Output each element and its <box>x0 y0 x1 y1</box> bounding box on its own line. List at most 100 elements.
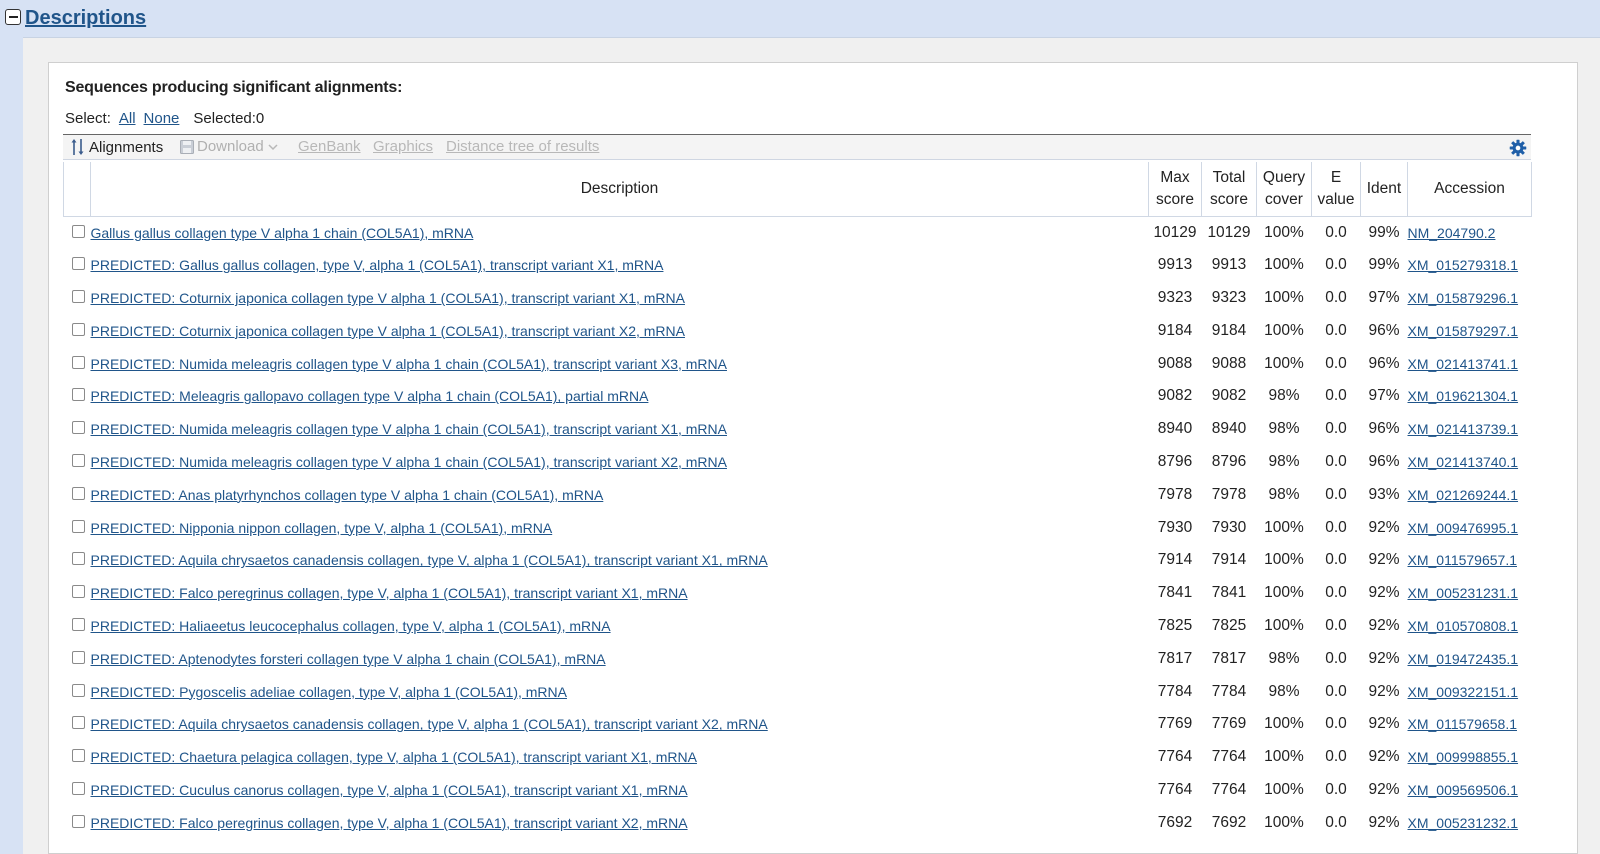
accession-link[interactable]: XM_009569506.1 <box>1408 782 1519 798</box>
total-score-cell: 9184 <box>1211 321 1247 339</box>
row-checkbox[interactable] <box>71 519 85 533</box>
description-link[interactable]: PREDICTED: Aquila chrysaetos canadensis … <box>91 552 768 568</box>
gear-icon[interactable] <box>1509 139 1527 157</box>
download-button[interactable]: Download <box>180 138 279 155</box>
table-row: PREDICTED: Meleagris gallopavo collagen … <box>64 380 1532 413</box>
row-checkbox[interactable] <box>71 289 85 303</box>
col-max-score[interactable]: Max score <box>1148 162 1202 217</box>
description-link[interactable]: PREDICTED: Coturnix japonica collagen ty… <box>91 323 685 339</box>
descriptions-title-link[interactable]: Descriptions <box>25 7 146 30</box>
row-checkbox[interactable] <box>71 585 85 599</box>
download-label: Download <box>197 138 264 155</box>
description-cell: PREDICTED: Cuculus canorus collagen, typ… <box>91 774 1149 807</box>
max-score-cell: 10129 <box>1153 223 1197 241</box>
accession-link[interactable]: XM_009476995.1 <box>1408 520 1519 536</box>
row-checkbox[interactable] <box>71 355 85 369</box>
collapse-minus-icon[interactable] <box>5 9 21 25</box>
accession-link[interactable]: NM_204790.2 <box>1408 225 1496 241</box>
col-query-cover[interactable]: Query cover <box>1256 162 1312 217</box>
row-checkbox[interactable] <box>71 617 85 631</box>
select-all-link[interactable]: All <box>119 110 136 127</box>
selected-count: Selected:0 <box>193 110 265 127</box>
accession-link[interactable]: XM_015279318.1 <box>1408 257 1519 273</box>
description-cell: PREDICTED: Pygoscelis adeliae collagen, … <box>91 675 1149 708</box>
table-row: PREDICTED: Numida meleagris collagen typ… <box>64 347 1532 380</box>
table-row: PREDICTED: Coturnix japonica collagen ty… <box>64 282 1532 315</box>
accession-link[interactable]: XM_015879297.1 <box>1408 323 1519 339</box>
accession-link[interactable]: XM_005231232.1 <box>1408 815 1519 831</box>
row-checkbox[interactable] <box>71 552 85 566</box>
row-checkbox[interactable] <box>71 683 85 697</box>
col-total-score[interactable]: Total score <box>1201 162 1257 217</box>
row-checkbox[interactable] <box>71 749 85 763</box>
col-ident[interactable]: Ident <box>1360 162 1408 217</box>
accession-cell: XM_015879297.1 <box>1408 314 1532 347</box>
description-link[interactable]: PREDICTED: Falco peregrinus collagen, ty… <box>91 815 688 831</box>
accession-link[interactable]: XM_011579658.1 <box>1408 716 1518 732</box>
select-controls: Select: All None Selected:0 <box>65 110 264 127</box>
description-link[interactable]: PREDICTED: Anas platyrhynchos collagen t… <box>91 487 604 503</box>
ident-cell: 92% <box>1368 748 1400 766</box>
row-checkbox[interactable] <box>71 257 85 271</box>
query-cover-cell: 100% <box>1264 813 1304 831</box>
accession-link[interactable]: XM_005231231.1 <box>1408 585 1519 601</box>
col-accession[interactable]: Accession <box>1407 162 1532 217</box>
accession-link[interactable]: XM_015879296.1 <box>1408 290 1519 306</box>
row-checkbox[interactable] <box>71 814 85 828</box>
accession-link[interactable]: XM_021413739.1 <box>1408 421 1519 437</box>
max-score-cell: 9082 <box>1157 387 1193 405</box>
description-link[interactable]: PREDICTED: Aquila chrysaetos canadensis … <box>91 716 768 732</box>
row-checkbox[interactable] <box>71 486 85 500</box>
description-link[interactable]: PREDICTED: Cuculus canorus collagen, typ… <box>91 782 688 798</box>
description-link[interactable]: PREDICTED: Chaetura pelagica collagen, t… <box>91 749 697 765</box>
description-link[interactable]: PREDICTED: Numida meleagris collagen typ… <box>91 454 727 470</box>
row-checkbox[interactable] <box>71 322 85 336</box>
accession-link[interactable]: XM_009322151.1 <box>1408 684 1519 700</box>
row-checkbox[interactable] <box>71 650 85 664</box>
genbank-link[interactable]: GenBank <box>298 138 361 155</box>
table-row: PREDICTED: Aquila chrysaetos canadensis … <box>64 544 1532 577</box>
row-checkbox[interactable] <box>71 453 85 467</box>
row-checkbox-cell <box>64 577 91 610</box>
description-link[interactable]: Gallus gallus collagen type V alpha 1 ch… <box>91 225 474 241</box>
accession-link[interactable]: XM_011579657.1 <box>1408 552 1518 568</box>
accession-link[interactable]: XM_009998855.1 <box>1408 749 1519 765</box>
accession-link[interactable]: XM_010570808.1 <box>1408 618 1519 634</box>
description-link[interactable]: PREDICTED: Numida meleagris collagen typ… <box>91 356 727 372</box>
description-link[interactable]: PREDICTED: Meleagris gallopavo collagen … <box>91 388 649 404</box>
accession-link[interactable]: XM_021413740.1 <box>1408 454 1519 470</box>
col-e-value[interactable]: Evalue <box>1311 162 1361 217</box>
select-none-link[interactable]: None <box>144 110 180 127</box>
accession-link[interactable]: XM_019621304.1 <box>1408 388 1519 404</box>
description-cell: PREDICTED: Numida meleagris collagen typ… <box>91 347 1149 380</box>
row-checkbox-cell <box>64 413 91 446</box>
alignments-button[interactable]: Alignments <box>71 138 163 156</box>
description-link[interactable]: PREDICTED: Haliaeetus leucocephalus coll… <box>91 618 611 634</box>
accession-link[interactable]: XM_021269244.1 <box>1408 487 1519 503</box>
row-checkbox[interactable] <box>71 224 85 238</box>
row-checkbox[interactable] <box>71 716 85 730</box>
e-value-cell: 0.0 <box>1325 551 1347 569</box>
description-cell: PREDICTED: Anas platyrhynchos collagen t… <box>91 478 1149 511</box>
description-link[interactable]: PREDICTED: Numida meleagris collagen typ… <box>91 421 727 437</box>
description-link[interactable]: PREDICTED: Pygoscelis adeliae collagen, … <box>91 684 567 700</box>
accession-link[interactable]: XM_019472435.1 <box>1408 651 1519 667</box>
e-value-cell: 0.0 <box>1325 616 1347 634</box>
accession-link[interactable]: XM_021413741.1 <box>1408 356 1519 372</box>
row-checkbox-cell <box>64 478 91 511</box>
description-link[interactable]: PREDICTED: Aptenodytes forsteri collagen… <box>91 651 606 667</box>
results-toolbar: Alignments Download GenBank Graphics Dis… <box>63 134 1531 160</box>
row-checkbox-cell <box>64 774 91 807</box>
description-link[interactable]: PREDICTED: Gallus gallus collagen, type … <box>91 257 664 273</box>
row-checkbox[interactable] <box>71 388 85 402</box>
row-checkbox[interactable] <box>71 421 85 435</box>
col-description[interactable]: Description <box>90 162 1149 217</box>
table-row: PREDICTED: Aquila chrysaetos canadensis … <box>64 708 1532 741</box>
table-row: PREDICTED: Nipponia nippon collagen, typ… <box>64 511 1532 544</box>
description-link[interactable]: PREDICTED: Nipponia nippon collagen, typ… <box>91 520 553 536</box>
row-checkbox[interactable] <box>71 781 85 795</box>
graphics-link[interactable]: Graphics <box>373 138 433 155</box>
description-link[interactable]: PREDICTED: Falco peregrinus collagen, ty… <box>91 585 688 601</box>
distance-tree-link[interactable]: Distance tree of results <box>446 138 599 155</box>
description-link[interactable]: PREDICTED: Coturnix japonica collagen ty… <box>91 290 685 306</box>
